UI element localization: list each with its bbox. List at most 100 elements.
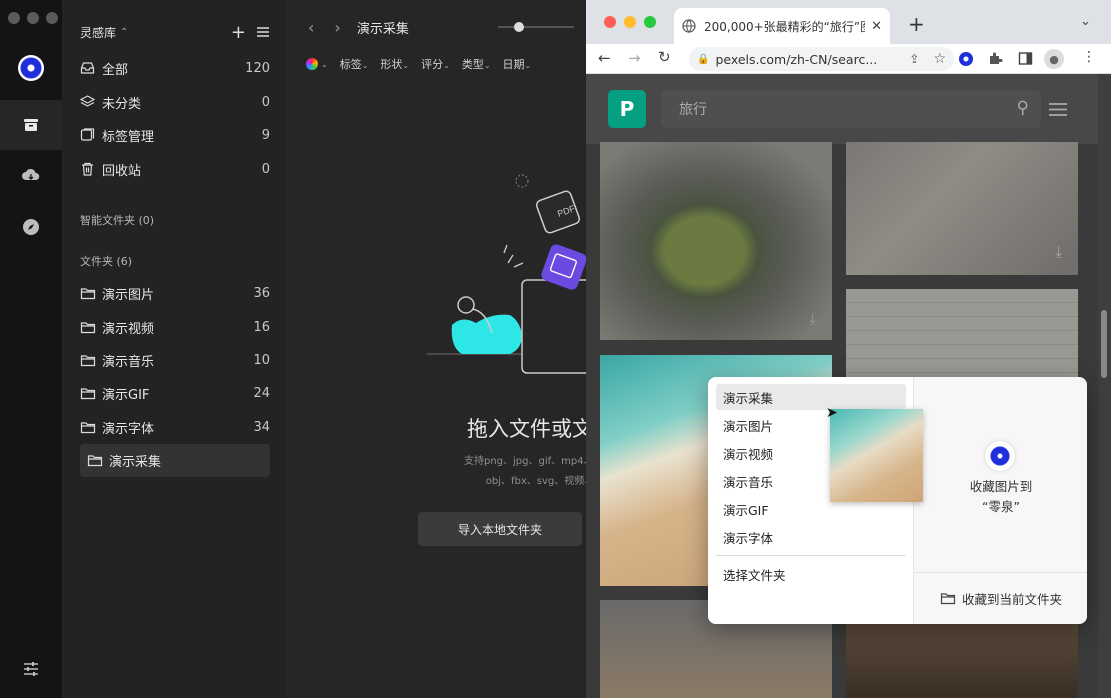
- chevron-down-icon: ⌄: [361, 61, 369, 70]
- folder-item[interactable]: 演示图片 36: [80, 279, 270, 307]
- sidebar-item-count: 120: [245, 60, 270, 76]
- filter-label: 标签: [339, 58, 362, 71]
- star-icon[interactable]: ☆: [933, 51, 946, 67]
- more-menu-icon[interactable]: ⋮: [1082, 49, 1096, 65]
- browser-tab[interactable]: 200,000+张最精彩的“旅行”图片 ✕: [674, 8, 890, 44]
- folder-item[interactable]: 演示视频 16: [80, 313, 270, 341]
- filter-label: 评分: [421, 58, 444, 71]
- smart-folders-heading[interactable]: 智能文件夹 (0): [80, 212, 154, 228]
- person-icon: ●: [1049, 52, 1059, 66]
- dragged-image-preview: [830, 409, 923, 502]
- sidebar-item-count: 9: [261, 127, 270, 143]
- filter-tags[interactable]: 标签⌄: [340, 56, 369, 72]
- chevron-down-icon: ⌄: [524, 61, 532, 70]
- share-icon[interactable]: ⇪: [909, 52, 919, 66]
- collect-current-folder-button[interactable]: 收藏到当前文件夹: [914, 580, 1087, 616]
- new-tab-icon[interactable]: +: [908, 12, 925, 36]
- folder-label: 演示GIF: [102, 387, 150, 403]
- add-icon[interactable]: +: [231, 22, 246, 43]
- site-header: P 旅行 ⚲: [586, 74, 1098, 144]
- folder-label: 演示视频: [102, 321, 155, 337]
- choose-folder-item[interactable]: 选择文件夹: [716, 561, 906, 587]
- folder-item[interactable]: 演示字体 34: [80, 413, 270, 441]
- tag-icon: [80, 128, 95, 141]
- sidebar-item-all[interactable]: 全部 120: [80, 54, 270, 82]
- layers-icon: [80, 95, 95, 107]
- folder-menu-item[interactable]: 演示采集: [716, 384, 906, 410]
- back-icon[interactable]: ←: [598, 49, 611, 67]
- sidebar-item-label: 未分类: [102, 96, 142, 112]
- inbox-icon: [80, 62, 95, 74]
- rail-settings-button[interactable]: [0, 644, 62, 694]
- sidebar-item-uncategorized[interactable]: 未分类 0: [80, 88, 270, 116]
- sidebar: 灵感库 ⌃ + 全部 120 未分类 0 标签管理 9 回收站 0 智能文件夹 …: [62, 0, 286, 698]
- folder-icon: [80, 354, 96, 366]
- library-switcher[interactable]: 灵感库 ⌃: [80, 24, 128, 41]
- collect-popup: 演示采集 演示图片 演示视频 演示音乐 演示GIF 演示字体 选择文件夹 收藏图…: [708, 377, 1087, 624]
- hamburger-icon[interactable]: [1048, 102, 1068, 117]
- rail-explore-button[interactable]: [0, 202, 62, 252]
- tab-search-chevron-icon[interactable]: ⌄: [1080, 14, 1091, 29]
- search-icon[interactable]: ⚲: [1017, 98, 1029, 118]
- sidebar-item-label: 标签管理: [102, 129, 155, 145]
- rail-cloud-button[interactable]: [0, 150, 62, 200]
- address-bar[interactable]: 🔒 pexels.com/zh-CN/searc... ⇪ ☆: [689, 47, 954, 71]
- photo-aerial-lake[interactable]: ⤓: [600, 142, 832, 340]
- folder-icon: [87, 455, 103, 467]
- app-logo[interactable]: [18, 55, 44, 81]
- app-logo: [987, 443, 1013, 469]
- forward-icon[interactable]: →: [628, 49, 641, 67]
- folder-item[interactable]: 演示音乐 10: [80, 346, 270, 374]
- zoom-slider-knob[interactable]: [514, 22, 524, 32]
- close-window-button[interactable]: [8, 12, 20, 24]
- page-scrollbar[interactable]: [1098, 74, 1111, 698]
- sidebar-header: 灵感库 ⌃ +: [80, 22, 270, 43]
- maximize-window-button[interactable]: [46, 12, 58, 24]
- minimize-window-button[interactable]: [27, 12, 39, 24]
- sidebar-item-tags[interactable]: 标签管理 9: [80, 121, 270, 149]
- folder-item-selected[interactable]: 演示采集: [80, 444, 270, 477]
- close-tab-icon[interactable]: ✕: [871, 19, 882, 34]
- sliders-icon: [24, 662, 38, 676]
- minimize-window-button[interactable]: [624, 16, 636, 28]
- profile-avatar[interactable]: ●: [1044, 49, 1064, 69]
- extension-eagle-icon[interactable]: [959, 52, 973, 66]
- puzzle-icon[interactable]: [988, 51, 1003, 66]
- scrollbar-thumb[interactable]: [1101, 310, 1107, 378]
- drop-hint-line: obj、fbx、svg、视频、音: [485, 476, 586, 487]
- app-window: 灵感库 ⌃ + 全部 120 未分类 0 标签管理 9 回收站 0 智能文件夹 …: [0, 0, 586, 698]
- folder-menu-item[interactable]: 演示字体: [716, 524, 906, 550]
- filter-rating[interactable]: 评分⌄: [421, 56, 450, 72]
- sidebar-item-trash[interactable]: 回收站 0: [80, 155, 270, 183]
- filter-date[interactable]: 日期⌄: [503, 56, 532, 72]
- trash-icon: [82, 162, 93, 176]
- filter-label: 形状: [380, 58, 403, 71]
- color-filter[interactable]: ⌄: [306, 56, 328, 72]
- folder-item[interactable]: 演示GIF 24: [80, 379, 270, 407]
- folder-count: 36: [253, 285, 270, 301]
- sidebar-item-label: 全部: [102, 62, 129, 78]
- maximize-window-button[interactable]: [644, 16, 656, 28]
- collect-line: 收藏图片到: [969, 479, 1033, 494]
- reload-icon[interactable]: ↻: [658, 48, 671, 66]
- photo-city-street[interactable]: [846, 624, 1078, 698]
- folders-heading[interactable]: 文件夹 (6): [80, 253, 132, 269]
- filter-shape[interactable]: 形状⌄: [380, 56, 409, 72]
- side-panel-icon[interactable]: [1018, 51, 1033, 66]
- pexels-logo[interactable]: P: [608, 90, 646, 128]
- close-window-button[interactable]: [604, 16, 616, 28]
- photo-rock-surface[interactable]: ⤓: [846, 142, 1078, 275]
- folder-icon: [80, 321, 96, 333]
- filter-type[interactable]: 类型⌄: [462, 56, 491, 72]
- download-icon[interactable]: ⤓: [809, 310, 816, 328]
- folder-icon: [80, 387, 96, 399]
- back-arrow-icon[interactable]: ‹: [308, 18, 314, 37]
- forward-arrow-icon[interactable]: ›: [334, 18, 340, 37]
- menu-icon[interactable]: [256, 26, 270, 38]
- rail-library-button[interactable]: [0, 100, 62, 150]
- app-rail: [0, 0, 62, 698]
- download-icon[interactable]: ⤓: [1055, 243, 1062, 261]
- import-folder-button[interactable]: 导入本地文件夹: [418, 512, 582, 546]
- zoom-slider[interactable]: [498, 22, 574, 32]
- site-search-input[interactable]: 旅行 ⚲: [661, 90, 1041, 128]
